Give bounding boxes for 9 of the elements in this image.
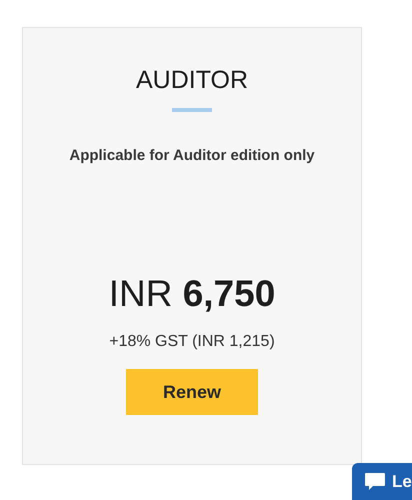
- tax-note: +18% GST (INR 1,215): [109, 332, 275, 352]
- chat-button[interactable]: Le: [352, 463, 412, 500]
- plan-title: AUDITOR: [136, 65, 248, 95]
- chat-label: Le: [392, 472, 412, 492]
- renew-button[interactable]: Renew: [126, 369, 258, 415]
- chat-bubble-icon: [364, 472, 386, 492]
- plan-price: INR 6,750: [108, 272, 276, 316]
- title-underline: [172, 108, 212, 112]
- plan-description: Applicable for Auditor edition only: [69, 147, 315, 165]
